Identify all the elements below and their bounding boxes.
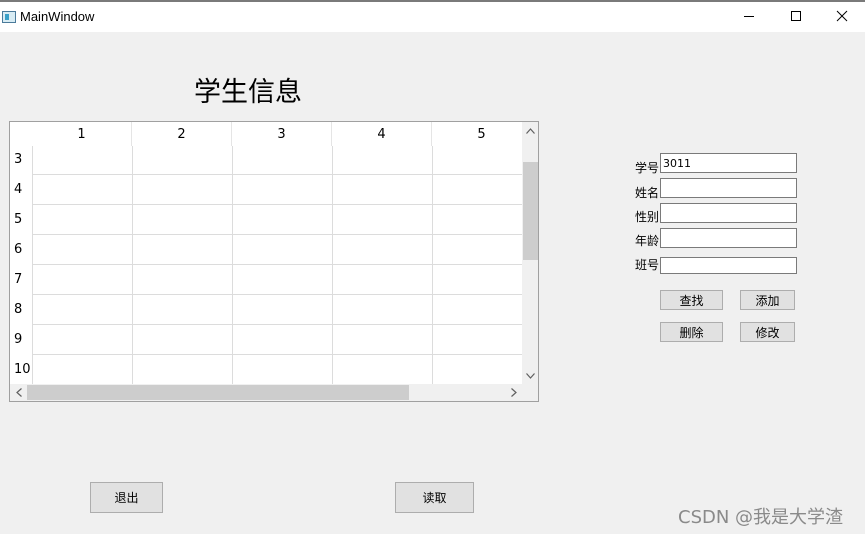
row-header[interactable]: 4 [10, 174, 32, 204]
row-header[interactable]: 9 [10, 324, 32, 354]
row-header[interactable]: 7 [10, 264, 32, 294]
close-icon [836, 10, 848, 22]
title-bar: MainWindow [0, 0, 865, 32]
row-header[interactable]: 3 [10, 144, 32, 174]
class-no-label: 班号 [635, 258, 660, 272]
maximize-icon [791, 11, 801, 21]
close-button[interactable] [819, 0, 865, 32]
column-header[interactable]: 1 [32, 122, 132, 146]
grid-line [32, 264, 522, 265]
grid-line [32, 174, 522, 175]
grid-line [132, 146, 133, 384]
scroll-up-arrow[interactable] [522, 122, 538, 139]
maximize-button[interactable] [773, 0, 819, 32]
chevron-down-icon [526, 372, 535, 379]
vertical-scrollbar[interactable] [522, 122, 538, 384]
grid-line [32, 354, 522, 355]
chevron-right-icon [510, 388, 517, 397]
chevron-up-icon [526, 127, 535, 134]
grid-line [332, 146, 333, 384]
grid-line [32, 234, 522, 235]
minimize-button[interactable] [726, 0, 772, 32]
scrollbar-corner [522, 384, 538, 401]
scroll-down-arrow[interactable] [522, 367, 538, 384]
grid-line [32, 204, 522, 205]
column-header[interactable]: 2 [132, 122, 232, 146]
watermark: CSDN @我是大学渣 [678, 507, 844, 528]
horizontal-scroll-thumb[interactable] [27, 385, 409, 400]
chevron-left-icon [15, 388, 22, 397]
scroll-right-arrow[interactable] [505, 384, 522, 401]
class-no-input[interactable] [660, 257, 797, 274]
age-input[interactable] [660, 228, 797, 248]
column-header[interactable]: 3 [232, 122, 332, 146]
grid-line [432, 146, 433, 384]
row-header[interactable]: 8 [10, 294, 32, 324]
name-input[interactable] [660, 178, 797, 198]
column-header[interactable]: 4 [332, 122, 432, 146]
search-button[interactable]: 查找 [660, 290, 723, 310]
column-header[interactable]: 5 [432, 122, 532, 146]
scroll-left-arrow[interactable] [10, 384, 27, 401]
read-button[interactable]: 读取 [395, 482, 474, 513]
student-id-label: 学号 [635, 161, 660, 175]
page-title: 学生信息 [194, 77, 302, 108]
grid-line [32, 324, 522, 325]
row-header[interactable]: 10 [10, 354, 32, 384]
name-label: 姓名 [635, 186, 660, 200]
grid-line [32, 146, 33, 384]
student-table[interactable]: 1 2 3 4 5 3 4 5 6 7 8 9 10 [9, 121, 539, 402]
delete-button[interactable]: 删除 [660, 322, 723, 342]
row-header[interactable]: 5 [10, 204, 32, 234]
vertical-scroll-thumb[interactable] [523, 162, 538, 260]
gender-label: 性别 [635, 210, 660, 224]
horizontal-scrollbar[interactable] [10, 384, 522, 401]
exit-button[interactable]: 退出 [90, 482, 163, 513]
add-button[interactable]: 添加 [740, 290, 795, 310]
modify-button[interactable]: 修改 [740, 322, 795, 342]
window-title: MainWindow [20, 9, 95, 24]
app-icon [2, 11, 16, 23]
minimize-icon [744, 16, 754, 17]
student-id-input[interactable] [660, 153, 797, 173]
grid-line [232, 146, 233, 384]
grid-line [32, 294, 522, 295]
gender-input[interactable] [660, 203, 797, 223]
row-header[interactable]: 6 [10, 234, 32, 264]
age-label: 年龄 [635, 234, 660, 248]
